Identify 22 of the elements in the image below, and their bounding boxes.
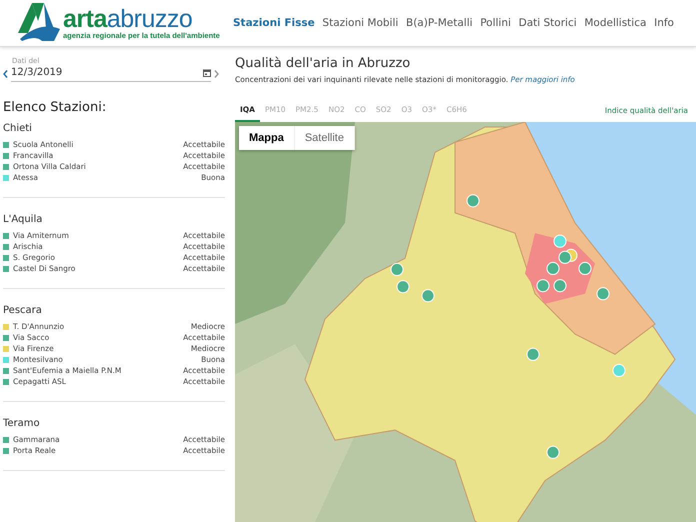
sidebar-title: Elenco Stazioni: — [3, 100, 108, 115]
map-type-button[interactable]: Satellite — [294, 126, 355, 150]
map-type-button[interactable]: Mappa — [239, 126, 295, 150]
nav-link[interactable]: Pollini — [480, 17, 511, 29]
province-name: Chieti — [3, 123, 33, 134]
page-title: Qualità dell'aria in Abruzzo — [235, 56, 412, 71]
map-drawing[interactable] — [235, 122, 696, 522]
logo-wordmark: artaabruzzo — [63, 6, 194, 30]
province-name: L'Aquila — [3, 214, 44, 225]
nav-link[interactable]: Stazioni Fisse — [233, 17, 315, 29]
province-name: Pescara — [3, 305, 43, 316]
date-field[interactable]: 12/3/2019 — [11, 65, 211, 82]
nav-link[interactable]: Stazioni Mobili — [322, 17, 398, 29]
nav-link[interactable]: Dati Storici — [518, 17, 577, 29]
next-icon[interactable] — [214, 70, 219, 78]
logo-icon — [18, 3, 60, 43]
nav-link[interactable]: B(a)P-Metalli — [406, 17, 473, 29]
nav-link[interactable]: Modellistica — [584, 17, 646, 29]
previous-icon[interactable] — [3, 70, 8, 78]
calendar-icon — [203, 68, 211, 76]
nav-link[interactable]: Info — [654, 17, 674, 29]
province-name: Teramo — [3, 418, 41, 429]
